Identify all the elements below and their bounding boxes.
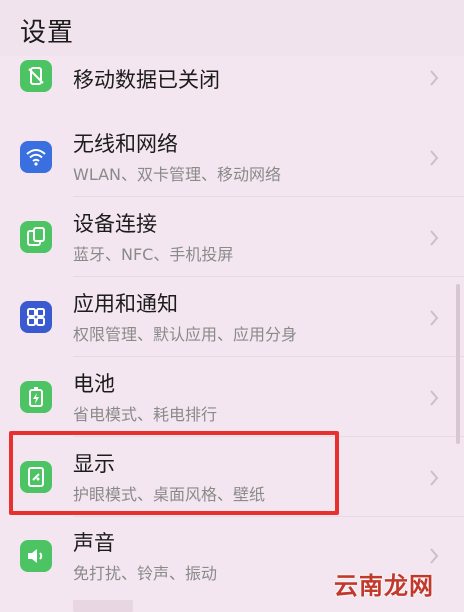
settings-item-device-connection[interactable]: 设备连接 蓝牙、NFC、手机投屏 xyxy=(0,198,464,276)
settings-item-subtitle: WLAN、双卡管理、移动网络 xyxy=(73,165,282,184)
settings-header: 设置 xyxy=(0,0,464,56)
settings-item-apps-notifications[interactable]: 应用和通知 权限管理、默认应用、应用分身 xyxy=(0,278,464,356)
sound-icon xyxy=(20,540,52,572)
watermark: 云南龙网 xyxy=(334,572,434,600)
page-title: 设置 xyxy=(20,18,75,48)
settings-item-label: 应用和通知 xyxy=(73,292,178,316)
settings-item-label: 声音 xyxy=(73,531,115,555)
wifi-icon xyxy=(20,141,52,173)
highlight-box xyxy=(9,431,339,515)
chevron-right-icon xyxy=(430,470,439,486)
chevron-right-icon xyxy=(430,70,439,86)
settings-item-label: 设备连接 xyxy=(73,212,157,236)
divider xyxy=(73,276,464,277)
settings-item-label: 移动数据已关闭 xyxy=(73,68,220,92)
settings-item-subtitle: 省电模式、耗电排行 xyxy=(73,405,218,424)
device-connection-icon xyxy=(20,221,52,253)
settings-item-subtitle: 权限管理、默认应用、应用分身 xyxy=(73,325,298,344)
settings-item-subtitle: 免打扰、铃声、振动 xyxy=(73,564,218,583)
settings-item-battery[interactable]: 电池 省电模式、耗电排行 xyxy=(0,358,464,436)
settings-list[interactable]: 移动数据已关闭 无线和网络 WLAN、双卡管理、移动网络 设备连接 蓝牙、NFC… xyxy=(0,56,464,611)
apps-icon xyxy=(20,301,52,333)
chevron-right-icon xyxy=(430,310,439,326)
battery-icon xyxy=(20,381,52,413)
settings-item-subtitle: 蓝牙、NFC、手机投屏 xyxy=(73,245,234,264)
chevron-right-icon xyxy=(430,230,439,246)
settings-item-label: 无线和网络 xyxy=(73,132,178,156)
mobile-data-off-icon xyxy=(20,60,52,92)
settings-item-wireless-network[interactable]: 无线和网络 WLAN、双卡管理、移动网络 xyxy=(0,118,464,196)
divider xyxy=(73,196,464,197)
chevron-right-icon xyxy=(430,150,439,166)
settings-item-label: 电池 xyxy=(73,372,115,396)
scrollbar[interactable] xyxy=(456,284,460,444)
divider xyxy=(73,516,464,517)
chevron-right-icon xyxy=(430,548,439,564)
chevron-right-icon xyxy=(430,390,439,406)
next-item-partial xyxy=(73,600,133,612)
settings-item-mobile-data[interactable]: 移动数据已关闭 xyxy=(0,56,464,100)
divider xyxy=(73,356,464,357)
